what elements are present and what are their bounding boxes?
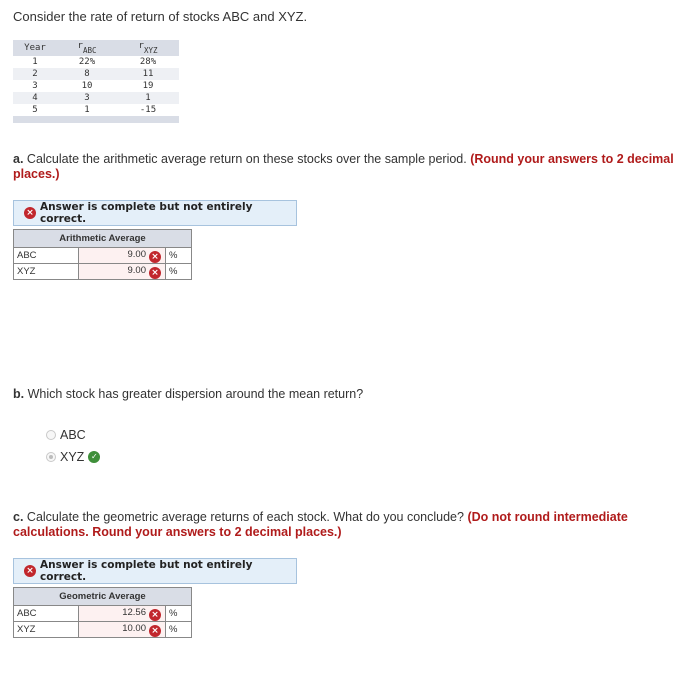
part-a-text: Calculate the arithmetic average return …	[23, 152, 471, 166]
unit-label: %	[165, 621, 192, 638]
incorrect-icon: ×	[149, 624, 161, 637]
incorrect-icon: ×	[149, 266, 161, 279]
abc-cell: 1	[84, 105, 90, 115]
xyz-arithmetic-input[interactable]: 9.00 ×	[78, 263, 166, 280]
part-a-label: a.	[13, 152, 24, 166]
xyz-cell: -15	[139, 105, 157, 115]
incorrect-icon: ×	[149, 250, 161, 263]
table-row: XYZ 10.00 × %	[13, 621, 192, 638]
table-row: 1 22% 28%	[13, 56, 179, 68]
header-r-xyz: rXYZ	[117, 40, 179, 56]
table-row: ABC 12.56 × %	[13, 605, 192, 622]
incorrect-icon: ×	[149, 608, 161, 621]
part-c-label: c.	[13, 510, 24, 524]
abc-cell: 10	[81, 81, 93, 91]
table-footer	[13, 116, 179, 123]
part-c-question: c. Calculate the geometric average retur…	[13, 510, 678, 540]
input-value[interactable]: 10.00	[122, 623, 146, 634]
abc-cell: 22%	[78, 57, 96, 67]
option-label[interactable]: ABC	[60, 428, 86, 442]
arithmetic-average-header: Arithmetic Average	[13, 229, 192, 248]
input-value[interactable]: 12.56	[122, 607, 146, 618]
correct-check-icon: ✓	[88, 451, 101, 463]
option-abc[interactable]: ABC	[46, 428, 86, 442]
abc-arithmetic-input[interactable]: 9.00 ×	[78, 247, 166, 264]
input-value[interactable]: 9.00	[128, 249, 147, 260]
radio-xyz[interactable]	[46, 452, 56, 462]
row-label: XYZ	[13, 621, 79, 638]
incorrect-icon: ×	[24, 565, 36, 577]
part-a-feedback-banner: × Answer is complete but not entirely co…	[13, 200, 297, 226]
unit-label: %	[165, 247, 192, 264]
returns-table: Year rABC rXYZ 1 22% 28% 2 8 11 3 10 19 …	[13, 40, 179, 123]
part-b-text: Which stock has greater dispersion aroun…	[24, 387, 364, 401]
xyz-cell: 11	[117, 68, 179, 80]
xyz-cell: 19	[142, 81, 154, 91]
geometric-average-table: Geometric Average ABC 12.56 × % XYZ 10.00…	[13, 587, 192, 638]
abc-cell: 3	[57, 92, 117, 104]
xyz-cell: 28%	[139, 57, 157, 67]
part-c-text: Calculate the geometric average returns …	[23, 510, 468, 524]
table-row: 3 10 19	[13, 80, 179, 92]
table-row: 2 8 11	[13, 68, 179, 80]
table-row: ABC 9.00 × %	[13, 247, 192, 264]
row-label: XYZ	[13, 263, 79, 280]
unit-label: %	[165, 605, 192, 622]
input-value[interactable]: 9.00	[128, 265, 147, 276]
year-cell: 3	[32, 81, 38, 91]
header-year: Year	[13, 40, 57, 56]
radio-abc[interactable]	[46, 430, 56, 440]
year-cell: 1	[32, 57, 38, 67]
table-row: 5 1 -15	[13, 104, 179, 116]
year-cell: 5	[32, 105, 38, 115]
xyz-cell: 1	[117, 92, 179, 104]
table-row: 4 3 1	[13, 92, 179, 104]
incorrect-icon: ×	[24, 207, 36, 219]
abc-geometric-input[interactable]: 12.56 ×	[78, 605, 166, 622]
part-a-question: a. Calculate the arithmetic average retu…	[13, 152, 678, 182]
part-b-question: b. Which stock has greater dispersion ar…	[13, 387, 678, 402]
table-row: XYZ 9.00 × %	[13, 263, 192, 280]
part-b-label: b.	[13, 387, 25, 401]
geometric-average-header: Geometric Average	[13, 587, 192, 606]
year-cell: 2	[13, 68, 57, 80]
arithmetic-average-table: Arithmetic Average ABC 9.00 × % XYZ 9.00 ×…	[13, 229, 192, 280]
returns-table-header: Year rABC rXYZ	[13, 40, 179, 56]
row-label: ABC	[13, 247, 79, 264]
banner-text: Answer is complete but not entirely corr…	[40, 201, 253, 225]
option-xyz[interactable]: XYZ ✓	[46, 450, 101, 464]
banner-text: Answer is complete but not entirely corr…	[40, 559, 253, 583]
row-label: ABC	[13, 605, 79, 622]
xyz-geometric-input[interactable]: 10.00 ×	[78, 621, 166, 638]
option-label[interactable]: XYZ	[60, 450, 84, 464]
intro-text: Consider the rate of return of stocks AB…	[13, 9, 308, 24]
abc-cell: 8	[57, 68, 117, 80]
header-r-abc: rABC	[57, 40, 117, 56]
year-cell: 4	[13, 92, 57, 104]
unit-label: %	[165, 263, 192, 280]
part-c-feedback-banner: × Answer is complete but not entirely co…	[13, 558, 297, 584]
